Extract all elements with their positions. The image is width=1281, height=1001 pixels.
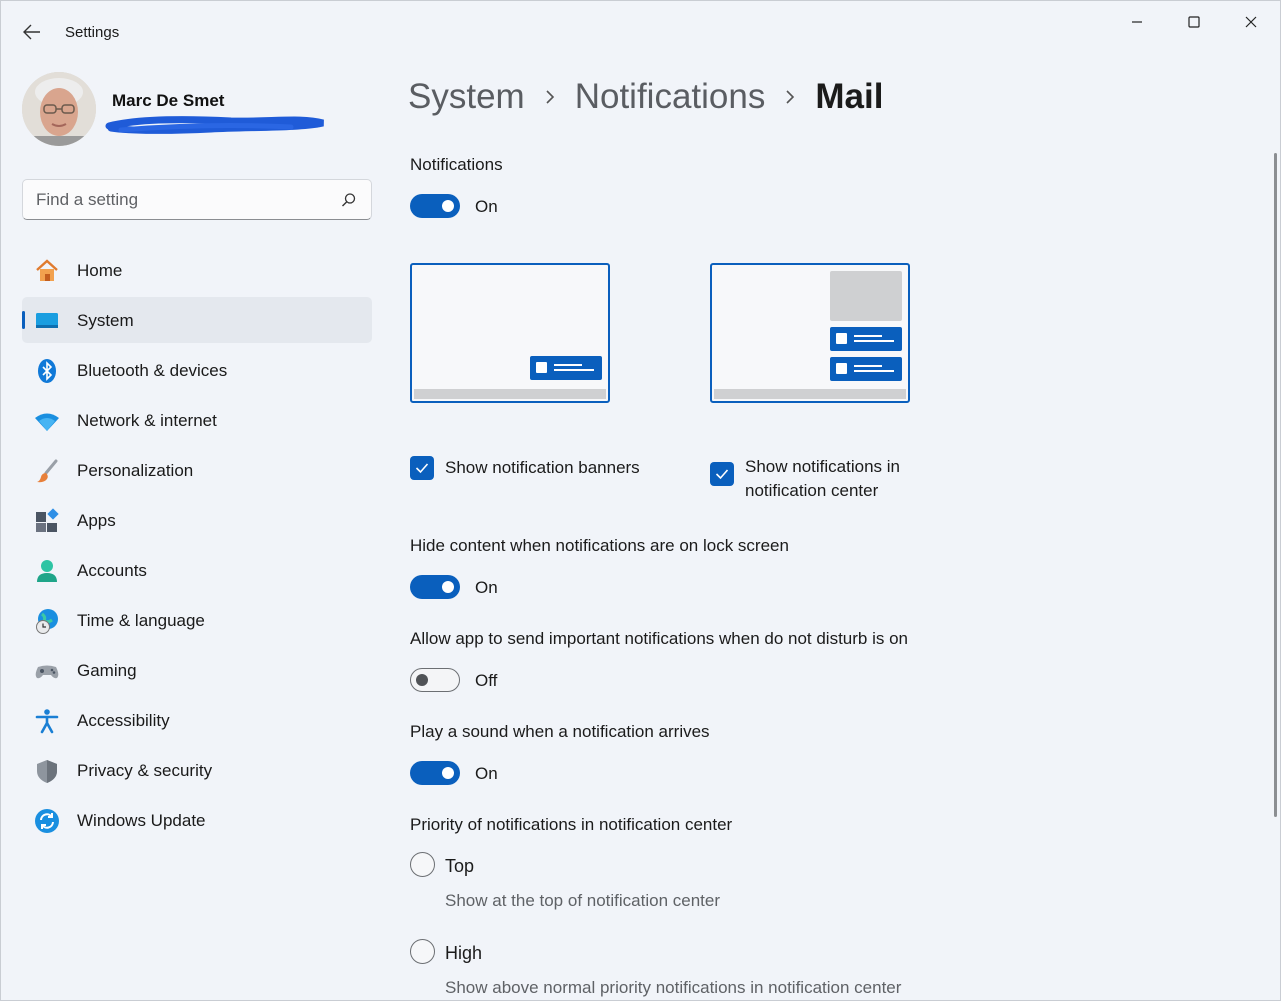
priority-label: Priority of notifications in notificatio…	[410, 815, 733, 834]
gamepad-icon	[34, 658, 60, 684]
user-photo-icon	[22, 72, 96, 146]
checkmark-icon	[415, 463, 429, 474]
avatar[interactable]	[22, 72, 96, 146]
redacted-email-scribble	[105, 116, 324, 134]
notifications-state: On	[475, 197, 498, 216]
sidebar-nav: Home System Bluetooth & devices Network …	[22, 247, 372, 847]
sound-toggle[interactable]	[410, 761, 460, 785]
sidebar-item-label: System	[77, 311, 134, 330]
center-banner-illustration	[830, 357, 902, 381]
dnd-important-label: Allow app to send important notification…	[410, 629, 909, 648]
paintbrush-icon	[34, 458, 60, 484]
center-banner-illustration	[830, 327, 902, 351]
priority-top-label: Top	[445, 856, 475, 876]
sound-label: Play a sound when a notification arrives	[410, 722, 710, 741]
sidebar-item-accounts[interactable]: Accounts	[22, 547, 372, 593]
hide-content-state: On	[475, 578, 498, 597]
sidebar-item-privacy[interactable]: Privacy & security	[22, 747, 372, 793]
show-in-center-label-line1: Show notifications in	[745, 457, 900, 476]
sidebar-item-label: Windows Update	[77, 811, 206, 830]
title-bar: Settings	[1, 1, 1280, 49]
system-icon	[34, 308, 60, 334]
sidebar-item-apps[interactable]: Apps	[22, 497, 372, 543]
sidebar-item-label: Home	[77, 261, 123, 280]
sidebar-item-label: Apps	[77, 511, 116, 530]
priority-top-radio[interactable]	[410, 852, 435, 877]
search-icon[interactable]	[341, 192, 357, 208]
sidebar-item-system[interactable]: System	[22, 297, 372, 343]
page-title: Mail	[815, 77, 884, 116]
sidebar-item-accessibility[interactable]: Accessibility	[22, 697, 372, 743]
sidebar-item-time-language[interactable]: Time & language	[22, 597, 372, 643]
profile-name: Marc De Smet	[112, 91, 225, 110]
hide-content-label: Hide content when notifications are on l…	[410, 536, 789, 555]
sidebar-item-label: Personalization	[77, 461, 194, 480]
apps-icon	[34, 508, 60, 534]
chevron-right-icon	[765, 89, 815, 105]
checkmark-icon	[715, 469, 729, 480]
accounts-icon	[34, 558, 60, 584]
update-icon	[34, 808, 60, 834]
priority-high-description: Show above normal priority notifications…	[445, 978, 902, 997]
banner-illustration	[530, 356, 602, 380]
notifications-toggle[interactable]	[410, 194, 460, 218]
close-icon	[1245, 16, 1257, 28]
minimize-button[interactable]	[1114, 7, 1160, 37]
show-banners-checkbox[interactable]	[410, 456, 434, 480]
priority-high-label: High	[445, 943, 483, 963]
show-banners-label: Show notification banners	[445, 458, 640, 477]
back-arrow-icon	[23, 24, 40, 40]
chevron-right-icon	[525, 89, 575, 105]
back-button[interactable]	[15, 15, 49, 49]
minimize-icon	[1132, 21, 1142, 23]
sidebar-item-home[interactable]: Home	[22, 247, 372, 293]
dnd-important-toggle[interactable]	[410, 668, 460, 692]
sound-state: On	[475, 764, 498, 783]
show-in-center-checkbox[interactable]	[710, 462, 734, 486]
search-box[interactable]	[22, 179, 372, 220]
banner-preview-image	[410, 263, 610, 403]
dnd-important-state: Off	[475, 671, 498, 690]
sidebar-item-bluetooth[interactable]: Bluetooth & devices	[22, 347, 372, 393]
maximize-icon	[1188, 16, 1200, 28]
close-button[interactable]	[1228, 7, 1274, 37]
home-icon	[34, 258, 60, 284]
sidebar-item-label: Bluetooth & devices	[77, 361, 228, 380]
sidebar-item-network[interactable]: Network & internet	[22, 397, 372, 443]
priority-top-description: Show at the top of notification center	[445, 891, 721, 910]
settings-window: Settings Marc De Smet Find a setting Hom…	[0, 0, 1281, 1001]
sidebar-item-gaming[interactable]: Gaming	[22, 647, 372, 693]
breadcrumb-notifications[interactable]: Notifications	[575, 77, 766, 117]
bluetooth-icon	[34, 358, 60, 384]
hide-content-toggle[interactable]	[410, 575, 460, 599]
vertical-scrollbar[interactable]	[1274, 153, 1277, 817]
priority-high-radio[interactable]	[410, 939, 435, 964]
sidebar-item-label: Accessibility	[77, 711, 170, 730]
breadcrumb: System Notifications Mail	[408, 75, 883, 119]
maximize-button[interactable]	[1171, 7, 1217, 37]
app-title: Settings	[65, 24, 120, 41]
sidebar-item-personalization[interactable]: Personalization	[22, 447, 372, 493]
sidebar-item-label: Accounts	[77, 561, 147, 580]
breadcrumb-system[interactable]: System	[408, 77, 525, 117]
accessibility-icon	[34, 708, 60, 734]
sidebar-item-label: Gaming	[77, 661, 137, 680]
sidebar-item-label: Time & language	[77, 611, 205, 630]
sidebar-item-label: Privacy & security	[77, 761, 213, 780]
search-input[interactable]	[36, 189, 326, 211]
show-in-center-label-line2: notification center	[745, 481, 879, 500]
shield-icon	[34, 758, 60, 784]
sidebar-item-windows-update[interactable]: Windows Update	[22, 797, 372, 843]
globe-clock-icon	[34, 608, 60, 634]
notifications-label: Notifications	[410, 155, 503, 174]
notification-center-preview-image	[710, 263, 910, 403]
wifi-icon	[34, 408, 60, 434]
sidebar-item-label: Network & internet	[77, 411, 217, 430]
